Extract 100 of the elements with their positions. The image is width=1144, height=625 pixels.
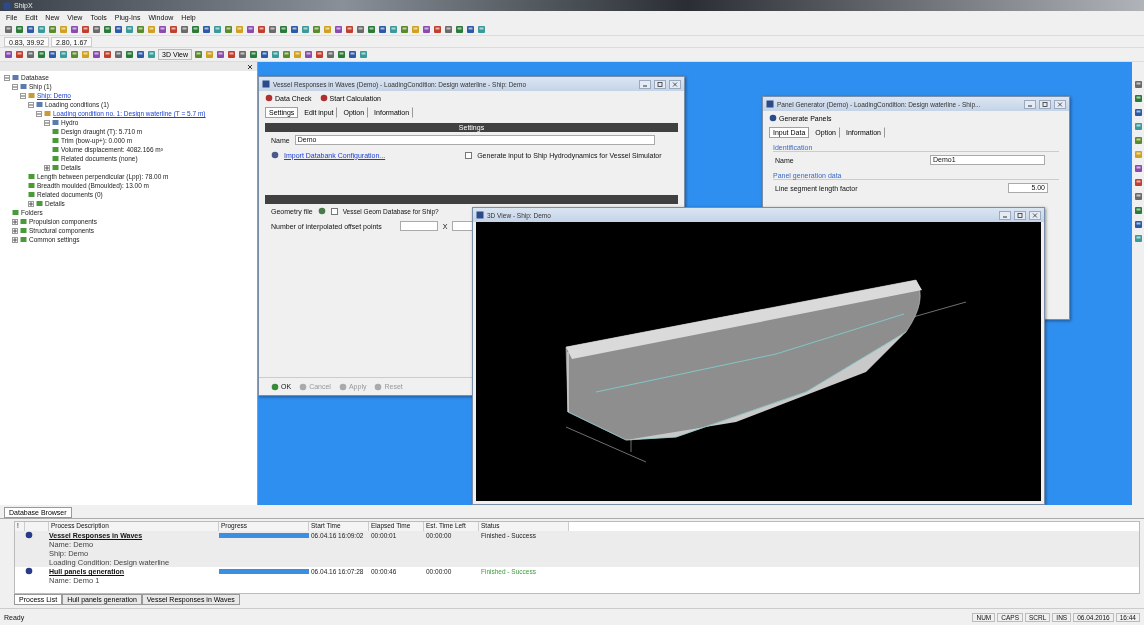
toolbar-icon[interactable] [70,50,79,59]
toolbar-icon[interactable] [281,50,291,59]
toolbar-icon[interactable] [336,50,346,59]
toolbar-icon[interactable] [213,24,222,34]
toolbar-icon[interactable] [103,24,112,34]
toolbar-icon[interactable] [114,24,123,34]
maximize-button[interactable] [1039,99,1051,109]
toolbar-icon[interactable] [334,24,343,34]
toolbar-icon[interactable] [48,24,57,34]
toolbar-icon[interactable] [1133,108,1143,117]
toolbar-icon[interactable] [103,50,112,59]
toolbar-icon[interactable] [15,50,24,59]
offset-field[interactable] [399,221,438,231]
expand-toggle[interactable] [28,200,34,207]
toolbar-icon[interactable] [37,50,46,59]
expand-toggle[interactable] [12,83,18,90]
toolbar-icon[interactable] [312,24,321,34]
toolbar-icon[interactable] [125,24,134,34]
toolbar-icon[interactable] [158,24,167,34]
offset-field[interactable] [452,221,475,231]
toolbar-icon[interactable] [378,24,387,34]
toolbar-icon[interactable] [193,50,203,59]
toolbar-icon[interactable] [15,24,24,34]
toolbar-icon[interactable] [455,24,464,34]
toolbar-icon[interactable] [81,24,90,34]
toolbar-icon[interactable] [246,24,255,34]
expand-toggle[interactable] [12,218,18,225]
toolbar-icon[interactable] [301,24,310,34]
toolbar-icon[interactable] [400,24,409,34]
toolbar-icon[interactable] [70,24,79,34]
toolbar-icon[interactable] [270,50,280,59]
action-icon [265,94,273,102]
expand-toggle[interactable] [28,101,34,108]
toolbar-icon[interactable] [59,50,68,59]
toolbar-icon[interactable] [367,24,376,34]
toolbar-icon[interactable] [303,50,313,59]
toolbar-icon[interactable] [92,50,101,59]
toolbar-icon[interactable] [37,24,46,34]
toolbar-icon[interactable] [422,24,431,34]
expand-toggle[interactable] [20,92,26,99]
toolbar-icon[interactable] [290,24,299,34]
toolbar-icon[interactable] [248,50,258,59]
toolbar-icon[interactable] [257,24,266,34]
toolbar-icon[interactable] [1133,192,1143,201]
toolbar-icon[interactable] [433,24,442,34]
toolbar-icon[interactable] [224,24,233,34]
toolbar-icon[interactable] [1133,206,1143,215]
expand-toggle[interactable] [44,164,50,171]
toolbar-icon[interactable] [1133,178,1143,187]
toolbar-icon[interactable] [169,24,178,34]
toolbar-icon[interactable] [358,50,368,59]
toolbar-icon[interactable] [147,50,156,59]
toolbar-icon[interactable] [444,24,453,34]
maximize-button[interactable] [1014,210,1026,220]
minimize-button[interactable] [999,210,1011,220]
toolbar-icon[interactable] [125,50,134,59]
toolbar-icon[interactable] [226,50,236,59]
toolbar-icon[interactable] [92,24,101,34]
toolbar-icon[interactable] [1133,122,1143,131]
toolbar-icon[interactable] [356,24,365,34]
toolbar-icon[interactable] [237,50,247,59]
toolbar-icon[interactable] [26,24,35,34]
toolbar-icon[interactable] [4,50,13,59]
toolbar-icon[interactable] [4,24,13,34]
toolbar-icon[interactable] [136,24,145,34]
toolbar-icon[interactable] [314,50,324,59]
checkbox[interactable] [465,151,473,159]
close-icon[interactable] [247,63,253,70]
toolbar-icon[interactable] [191,24,200,34]
toolbar-icon[interactable] [1133,234,1143,243]
toolbar-icon[interactable] [1133,164,1143,173]
toolbar-icon[interactable] [325,50,335,59]
expand-toggle[interactable] [12,227,18,234]
toolbar-icon[interactable] [48,50,57,59]
toolbar-icon[interactable] [215,50,225,59]
toolbar-icon[interactable] [345,24,354,34]
toolbar-icon[interactable] [1133,80,1143,89]
minimize-button[interactable] [1024,99,1036,109]
toolbar-icon[interactable] [180,24,189,34]
toolbar-icon[interactable] [202,24,211,34]
toolbar-icon[interactable] [1133,220,1143,229]
expand-toggle[interactable] [4,74,10,81]
maximize-button[interactable] [654,79,666,89]
toolbar-icon[interactable] [136,50,145,59]
toolbar-icon[interactable] [466,24,475,34]
expand-toggle[interactable] [12,236,18,243]
minimize-button[interactable] [639,79,651,89]
toolbar-icon[interactable] [347,50,357,59]
toolbar-icon[interactable] [389,24,398,34]
toolbar-icon[interactable] [114,50,123,59]
toolbar-icon[interactable] [1133,94,1143,103]
toolbar-icon[interactable] [477,24,486,34]
toolbar-icon[interactable] [268,24,277,34]
expand-toggle[interactable] [36,110,42,117]
toolbar-icon[interactable] [1133,136,1143,145]
expand-toggle[interactable] [44,119,50,126]
toolbar-icon[interactable] [279,24,288,34]
toolbar-icon[interactable] [26,50,35,59]
toolbar-icon[interactable] [259,50,269,59]
checkbox[interactable] [330,207,338,215]
